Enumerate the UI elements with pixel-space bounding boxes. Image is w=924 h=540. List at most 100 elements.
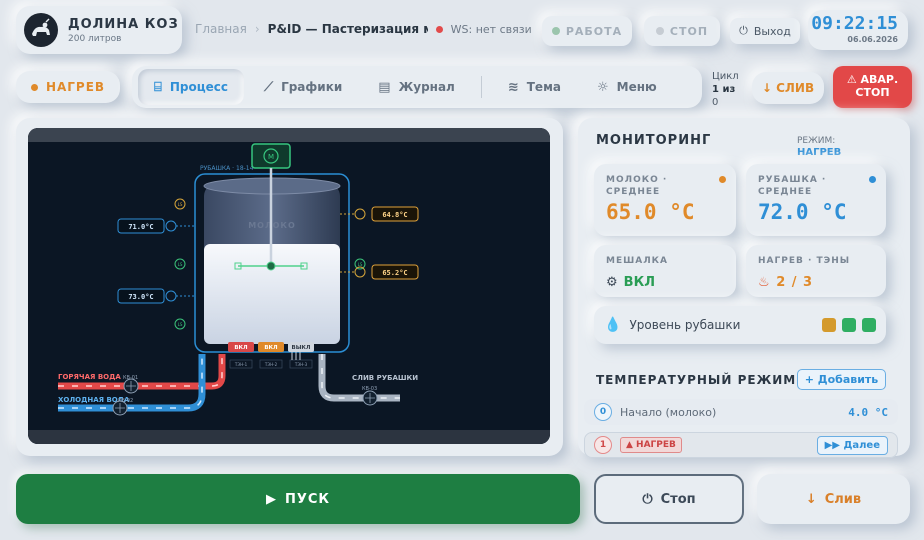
cylinder-icon: ⌸: [154, 79, 162, 95]
stop-top-button-label: СТОП: [669, 24, 709, 38]
hot-water-label: ГОРЯЧАЯ ВОДА: [58, 373, 121, 381]
monitoring-mode-label: РЕЖИМ:: [797, 136, 836, 146]
step-number: 1: [594, 436, 612, 454]
level-indicator-3: [862, 318, 876, 332]
tab-charts[interactable]: ⟋ Графики: [248, 69, 358, 105]
jacket-temp-value: 72.0 °C: [758, 200, 847, 224]
temp-right-2: 65.2°C: [382, 269, 407, 277]
arrow-down-icon: ↓: [805, 491, 817, 507]
main-tabs: ⌸ Процесс ⟋ Графики ▤ Журнал ≋ Тема ☼ Ме…: [132, 66, 702, 108]
level-sensor-right-mid-tag: LS: [358, 262, 363, 267]
milk-temp-value: 65.0 °C: [606, 200, 695, 224]
jacket-level-indicators: [822, 318, 876, 332]
work-dot-icon: [551, 27, 560, 35]
clock: 09:22:15 06.06.2026: [808, 10, 908, 50]
mixer-value: ВКЛ: [623, 275, 655, 290]
heater-3-tag: ТЭН-3: [294, 362, 308, 367]
start-button-label: ПУСК: [284, 491, 331, 507]
work-button[interactable]: РАБОТА: [542, 16, 632, 46]
temp-left-2: 73.0°C: [128, 293, 153, 301]
milk-dot-icon: [719, 176, 726, 183]
jacket-drain-label: СЛИВ РУБАШКИ: [352, 374, 418, 382]
mixer-label: МЕШАЛКА: [606, 256, 668, 266]
tab-menu-label: Меню: [616, 80, 657, 94]
clock-date: 06.06.2026: [847, 35, 898, 44]
tab-process-label: Процесс: [169, 80, 228, 94]
stop-button-label: Стоп: [660, 491, 696, 507]
temp-right-1: 64.8°C: [382, 211, 407, 219]
power-icon: ⏻: [642, 491, 653, 507]
tab-divider: [480, 76, 482, 98]
stop-button[interactable]: ⏻ Стоп: [594, 474, 744, 524]
level-indicator-1: [822, 318, 836, 332]
drain-top-button[interactable]: ↓ СЛИВ: [752, 72, 824, 104]
work-button-label: РАБОТА: [565, 24, 623, 38]
next-step-button[interactable]: ▶▶ Далее: [816, 435, 888, 455]
emergency-line-1: ⚠ АВАР.: [846, 73, 899, 86]
brand-name: ДОЛИНА КОЗ: [68, 16, 179, 32]
jacket-level-card: 💧 Уровень рубашки: [594, 306, 886, 344]
ws-status-dot-icon: [435, 25, 443, 33]
stop-dot-icon: [655, 27, 664, 35]
mixer-card: МЕШАЛКА ⚙ ВКЛ: [594, 245, 736, 297]
regime-step-row[interactable]: 0 Начало (молоко) 4.0 °C: [584, 399, 898, 425]
tab-menu[interactable]: ☼ Меню: [581, 69, 673, 105]
emergency-stop-button[interactable]: ⚠ АВАР. СТОП: [833, 66, 912, 108]
mode-dot-icon: [30, 83, 38, 91]
heaters-card: НАГРЕВ · ТЭНЫ ♨ 2 / 3: [746, 245, 886, 297]
tab-journal-label: Журнал: [398, 80, 455, 94]
ws-status-text: WS: нет связи: [450, 22, 532, 36]
gear-icon: ☼: [596, 79, 609, 95]
heater-2-state: ВКЛ: [264, 345, 278, 351]
power-icon: ⏻: [739, 24, 748, 37]
heater-1-state: ВКЛ: [234, 345, 248, 351]
heater-2-tag: ТЭН-2: [264, 362, 278, 367]
heater-1-tag: ТЭН-1: [234, 362, 248, 367]
exit-button[interactable]: ⏻ Выход: [730, 18, 800, 44]
step-temp-value: 4.0 °C: [848, 405, 888, 419]
drain-button-label: Слив: [824, 491, 862, 507]
heater-3-state: ВЫКЛ: [292, 345, 311, 351]
theme-icon: ≋: [507, 79, 519, 95]
tab-process[interactable]: ⌸ Процесс: [138, 69, 244, 105]
pid-diagram: РУБАШКА · 18-14 МОЛОКО M LS LS LS LS: [28, 128, 550, 444]
monitoring-title: МОНИТОРИНГ: [596, 133, 712, 148]
mode-badge: НАГРЕВ: [16, 71, 120, 103]
breadcrumb-home[interactable]: Главная: [195, 22, 247, 36]
level-indicator-2: [842, 318, 856, 332]
mode-badge-label: НАГРЕВ: [45, 80, 106, 94]
start-button[interactable]: ▶ ПУСК: [16, 474, 580, 524]
cycle-total: 0: [712, 97, 719, 108]
step-number: 0: [594, 403, 612, 421]
drain-button[interactable]: ↓ Слив: [757, 474, 910, 524]
level-sensor-low-tag: LS: [178, 322, 183, 327]
chart-icon: ⟋: [263, 79, 274, 95]
breadcrumb-separator: ›: [254, 22, 260, 36]
tab-theme-label: Тема: [526, 80, 561, 94]
emergency-line-2: СТОП: [855, 86, 890, 99]
heaters-label: НАГРЕВ · ТЭНЫ: [758, 256, 851, 266]
step-label: Начало (молоко): [620, 405, 717, 419]
jacket-label: РУБАШКА · 18-14: [200, 165, 254, 172]
valve-2-label: КВ-02: [118, 398, 133, 404]
tab-charts-label: Графики: [281, 80, 343, 94]
motor-label: M: [268, 153, 274, 161]
breadcrumb: Главная › P&ID — Пастеризация мо WS: нет…: [195, 22, 532, 36]
jacket-dot-icon: [869, 176, 876, 183]
heaters-value: 2 / 3: [776, 275, 814, 290]
regime-step-row-active[interactable]: 1 ▲ НАГРЕВ ▶▶ Далее: [584, 432, 898, 458]
water-drop-icon: 💧: [604, 317, 622, 333]
temp-regime-title: ТЕМПЕРАТУРНЫЙ РЕЖИМ: [596, 373, 797, 387]
brand-subtitle: 200 литров: [68, 33, 122, 44]
milk-temp-label: МОЛОКО · СРЕДНЕЕ: [606, 175, 668, 197]
stop-top-button[interactable]: СТОП: [644, 16, 720, 46]
tab-journal[interactable]: ▤ Журнал: [362, 69, 471, 105]
add-step-button[interactable]: + Добавить: [797, 369, 886, 390]
monitoring-mode-value: НАГРЕВ: [797, 147, 842, 158]
level-sensor-mid-tag: LS: [178, 262, 183, 267]
play-icon: ▶: [265, 491, 277, 507]
exit-button-label: Выход: [753, 24, 791, 38]
tab-theme[interactable]: ≋ Тема: [492, 69, 577, 105]
flame-icon: ♨: [758, 275, 771, 290]
cycle-label: Цикл: [712, 71, 739, 82]
